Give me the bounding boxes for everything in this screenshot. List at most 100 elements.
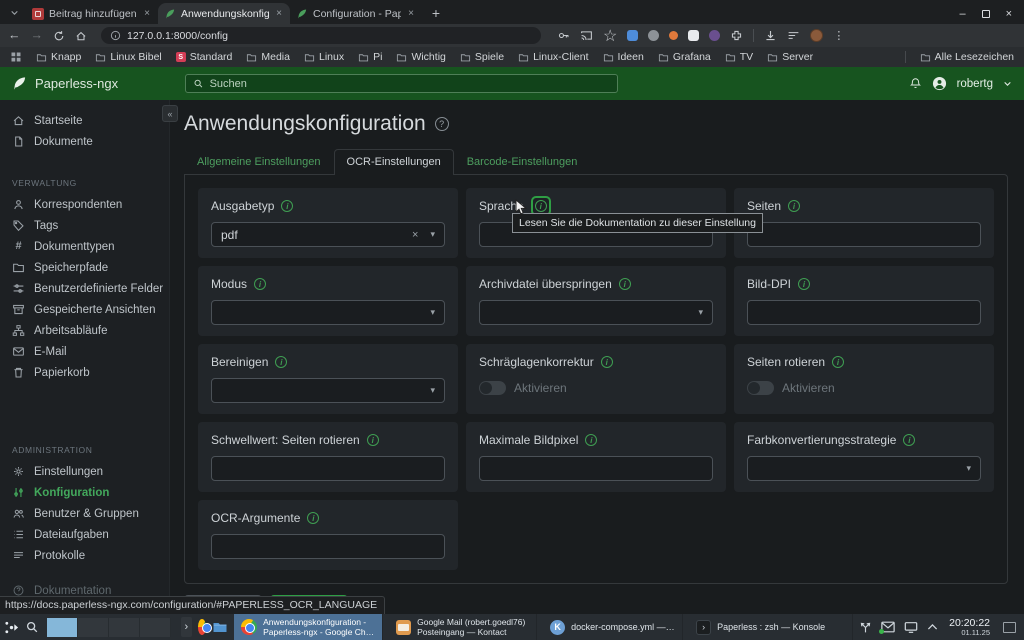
task-kontact-mail[interactable]: Google Mail (robert.goedl76) Posteingang… [389, 614, 537, 640]
password-key-icon[interactable] [557, 29, 570, 42]
archivdatei-select[interactable]: ▾ [479, 300, 713, 325]
info-icon[interactable]: i [832, 356, 844, 368]
extension-icon[interactable] [627, 30, 638, 41]
info-icon[interactable]: i [788, 200, 800, 212]
home-icon[interactable] [75, 30, 87, 42]
task-konsole[interactable]: › Paperless : zsh — Konsole [689, 614, 853, 640]
tray-widget-icon[interactable] [859, 621, 872, 634]
ocr-argumente-input[interactable] [211, 534, 445, 559]
schwellwert-input[interactable] [211, 456, 445, 481]
bookmark-item[interactable]: Grafana [658, 51, 711, 63]
sidebar-item-startseite[interactable]: Startseite [0, 110, 169, 131]
info-icon[interactable]: i [585, 434, 597, 446]
sidebar-item-korrespondenten[interactable]: Korrespondenten [0, 194, 169, 215]
extensions-puzzle-icon[interactable] [730, 29, 743, 42]
sidebar-collapse-button[interactable]: « [162, 105, 178, 122]
title-help-icon[interactable]: ? [435, 117, 449, 131]
tab-ocr-einstellungen[interactable]: OCR-Einstellungen [334, 149, 454, 175]
clock[interactable]: 20:20:22 01.11.25 [949, 618, 990, 637]
file-manager-icon[interactable] [212, 617, 228, 637]
farbkonvertierung-select[interactable]: ▾ [747, 456, 981, 481]
bookmark-item[interactable]: TV [725, 51, 753, 63]
seiten-input[interactable] [747, 222, 981, 247]
search-input[interactable] [210, 78, 610, 90]
info-icon[interactable]: i [275, 356, 287, 368]
user-avatar-icon[interactable] [932, 76, 947, 91]
tab-allgemeine-einstellungen[interactable]: Allgemeine Einstellungen [184, 149, 334, 174]
task-chrome-paperless[interactable]: Anwendungskonfiguration - Paperless-ngx … [234, 614, 383, 640]
browser-menu-icon[interactable]: ⋮ [833, 29, 844, 42]
window-restore-button[interactable] [982, 10, 990, 18]
browser-tab-docs[interactable]: Configuration - Paperless-n × [290, 3, 422, 24]
bookmark-item[interactable]: Media [246, 51, 290, 63]
browser-tab-active[interactable]: Anwendungskonfiguration × [158, 3, 290, 24]
bookmark-item[interactable]: Linux [304, 51, 344, 63]
brand[interactable]: Paperless-ngx [12, 76, 118, 91]
sidebar-item-protokolle[interactable]: Protokolle [0, 545, 169, 566]
info-icon[interactable]: i [367, 434, 379, 446]
sidebar-item-gespeicherte-ansichten[interactable]: Gespeicherte Ansichten [0, 299, 169, 320]
sidebar-item-tags[interactable]: Tags [0, 215, 169, 236]
sidebar-item-dokumente[interactable]: Dokumente [0, 131, 169, 152]
bookmark-item[interactable]: Linux Bibel [95, 51, 161, 63]
downloads-icon[interactable] [764, 29, 777, 42]
sidebar-item-arbeitsablaeufe[interactable]: Arbeitsabläufe [0, 320, 169, 341]
browser-tab-wordpress[interactable]: Beitrag hinzufügen ‹ Linux × [26, 3, 158, 24]
sidebar-item-papierkorb[interactable]: Papierkorb [0, 362, 169, 383]
desktop-4[interactable] [140, 618, 171, 637]
maximale-bildpixel-input[interactable] [479, 456, 713, 481]
info-icon[interactable]: i [798, 278, 810, 290]
sidebar-item-benutzerdefinierte-felder[interactable]: Benutzerdefinierte Felder [0, 278, 169, 299]
desktop-3[interactable] [109, 618, 140, 637]
tab-close-icon[interactable]: × [406, 8, 416, 19]
bookmark-item[interactable]: Ideen [603, 51, 644, 63]
notifications-bell-icon[interactable] [909, 77, 922, 90]
desktop-1[interactable] [47, 618, 78, 637]
app-launcher-icon[interactable] [4, 617, 19, 637]
tab-barcode-einstellungen[interactable]: Barcode-Einstellungen [454, 149, 591, 174]
sidebar-item-dokumenttypen[interactable]: # Dokumenttypen [0, 236, 169, 257]
info-icon[interactable]: i [601, 356, 613, 368]
back-icon[interactable]: ← [8, 29, 21, 42]
panel-expand-icon[interactable]: › [181, 617, 192, 637]
apps-grid-icon[interactable] [10, 51, 22, 63]
all-bookmarks-button[interactable]: Alle Lesezeichen [920, 51, 1014, 63]
bookmark-item[interactable]: Knapp [36, 51, 81, 63]
bild-dpi-input[interactable] [747, 300, 981, 325]
forward-icon[interactable]: → [31, 29, 44, 42]
bereinigen-select[interactable]: ▾ [211, 378, 445, 403]
sidebar-item-dateiaufgaben[interactable]: Dateiaufgaben [0, 524, 169, 545]
extension-icon[interactable] [648, 30, 659, 41]
info-icon[interactable]: i [619, 278, 631, 290]
bookmark-item[interactable]: Wichtig [396, 51, 445, 63]
show-desktop-button[interactable] [1003, 622, 1016, 633]
info-icon[interactable]: i [903, 434, 915, 446]
bookmark-item[interactable]: Server [767, 51, 813, 63]
profile-avatar[interactable] [810, 29, 823, 42]
info-icon[interactable]: i [307, 512, 319, 524]
sidebar-item-speicherpfade[interactable]: Speicherpfade [0, 257, 169, 278]
sidebar-item-benutzer-gruppen[interactable]: Benutzer & Gruppen [0, 503, 169, 524]
bookmark-item[interactable]: Pi [358, 51, 382, 63]
schraeglagenkorrektur-toggle[interactable] [479, 381, 506, 395]
app-search[interactable] [185, 74, 618, 93]
window-close-button[interactable]: × [1006, 8, 1012, 20]
sidebar-item-konfiguration[interactable]: Konfiguration [0, 482, 169, 503]
bookmark-item[interactable]: SStandard [176, 51, 233, 63]
desktop-search-icon[interactable] [25, 617, 39, 637]
info-icon[interactable]: i [281, 200, 293, 212]
task-kate[interactable]: K docker-compose.yml — Kate [543, 614, 683, 640]
ausgabetyp-select[interactable]: pdf × ▾ [211, 222, 445, 247]
tray-expand-chevron-icon[interactable] [927, 623, 938, 631]
username-label[interactable]: robertg [957, 78, 993, 90]
sidebar-item-email[interactable]: E-Mail [0, 341, 169, 362]
tab-close-icon[interactable]: × [274, 8, 284, 19]
bookmark-star-icon[interactable]: ☆ [603, 26, 617, 46]
user-menu-caret-icon[interactable] [1003, 79, 1012, 88]
bookmark-item[interactable]: Linux-Client [518, 51, 588, 63]
sidebar-item-einstellungen[interactable]: Einstellungen [0, 461, 169, 482]
extension-icon[interactable] [669, 31, 678, 40]
modus-select[interactable]: ▾ [211, 300, 445, 325]
clear-icon[interactable]: × [412, 229, 418, 241]
extension-icon[interactable] [709, 30, 720, 41]
